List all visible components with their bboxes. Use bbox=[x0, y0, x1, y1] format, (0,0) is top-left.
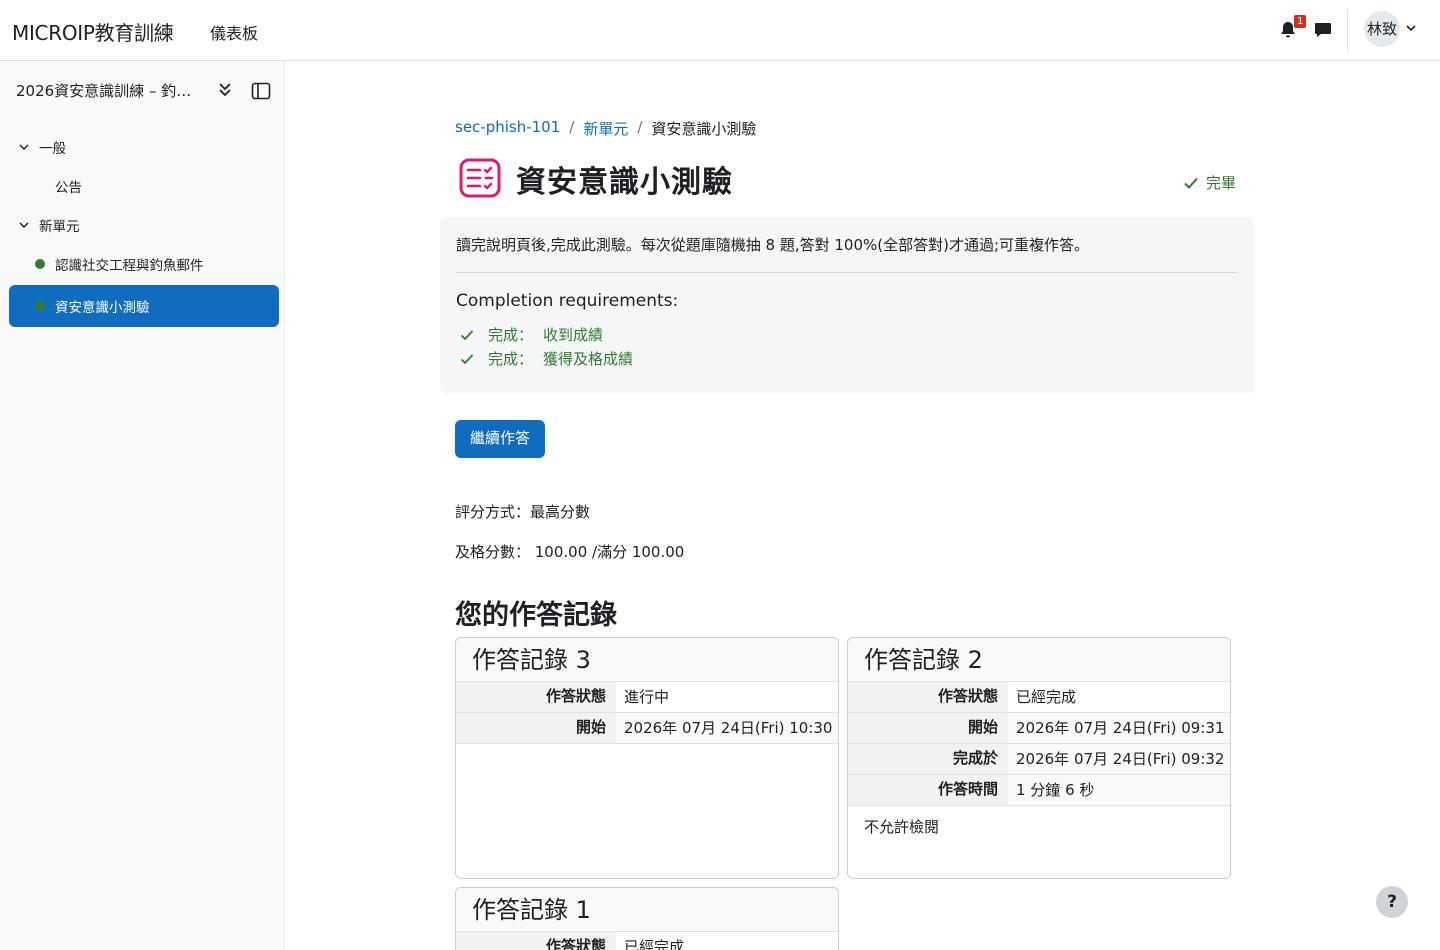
sidebar-item-label: 資安意識小測驗 bbox=[55, 300, 150, 316]
requirement-key: 完成： bbox=[488, 326, 534, 344]
section-new-unit[interactable]: 新單元 bbox=[18, 215, 80, 235]
attempt-row-label: 完成於 bbox=[848, 744, 1008, 774]
check-icon bbox=[460, 353, 474, 364]
attempt-row: 完成於 2026年 07月 24日(Fri) 09:32 bbox=[848, 744, 1230, 775]
attempt-row: 作答狀態 已經完成 bbox=[456, 932, 838, 950]
attempt-card: 作答記錄 1 作答狀態 已經完成 bbox=[455, 887, 839, 950]
chevron-down-icon[interactable] bbox=[1405, 22, 1417, 34]
messages-icon[interactable] bbox=[1313, 20, 1333, 40]
check-icon bbox=[1184, 177, 1198, 189]
sidebar-item-announcements[interactable]: 公告 bbox=[55, 176, 82, 196]
attempt-row-value: 2026年 07月 24日(Fri) 09:32 bbox=[1008, 744, 1230, 774]
attempt-row-label: 開始 bbox=[848, 713, 1008, 743]
requirement-value: 收到成績 bbox=[543, 326, 604, 344]
attempt-row-label: 開始 bbox=[456, 713, 616, 743]
top-navbar: MICROIP教育訓練 儀表板 1 林致 bbox=[0, 0, 1440, 61]
breadcrumb-separator: / bbox=[637, 118, 643, 136]
attempt-heading: 作答記錄 3 bbox=[456, 638, 838, 682]
breadcrumb-separator: / bbox=[569, 118, 575, 136]
attempt-card: 作答記錄 2 作答狀態 已經完成 開始 2026年 07月 24日(Fri) 0… bbox=[847, 637, 1231, 879]
activity-info-box: 讀完說明頁後,完成此測驗。每次從題庫隨機抽 8 題,答對 100%(全部答對)才… bbox=[440, 217, 1254, 394]
help-button[interactable]: ? bbox=[1376, 886, 1408, 918]
breadcrumb-section[interactable]: 新單元 bbox=[583, 118, 628, 139]
sidebar-item-label: 認識社交工程與釣魚郵件 bbox=[55, 258, 204, 274]
page-title: 資安意識小測驗 bbox=[516, 165, 733, 200]
completion-status-badge: 完畢 bbox=[1183, 172, 1236, 193]
completion-status-label: 完畢 bbox=[1206, 174, 1237, 192]
nav-dashboard-link[interactable]: 儀表板 bbox=[210, 20, 258, 44]
attempt-heading: 作答記錄 2 bbox=[848, 638, 1230, 682]
check-icon bbox=[460, 329, 474, 340]
notification-count-badge: 1 bbox=[1294, 15, 1307, 28]
attempt-row: 作答狀態 進行中 bbox=[456, 682, 838, 713]
chevron-down-icon bbox=[19, 144, 29, 150]
attempt-row: 作答時間 1 分鐘 6 秒 bbox=[848, 775, 1230, 806]
completion-dot-icon bbox=[35, 301, 45, 311]
breadcrumb-current: 資安意識小測驗 bbox=[651, 120, 757, 138]
attempt-heading: 作答記錄 1 bbox=[456, 888, 838, 932]
attempts-summary-title: 您的作答記錄 bbox=[455, 600, 617, 631]
site-brand[interactable]: MICROIP教育訓練 bbox=[12, 17, 174, 46]
attempt-row-label: 作答狀態 bbox=[456, 682, 616, 712]
attempt-row: 開始 2026年 07月 24日(Fri) 10:30 bbox=[456, 713, 838, 744]
sidebar-item-social-engineering[interactable]: 認識社交工程與釣魚郵件 bbox=[9, 243, 279, 285]
review-status: 不允許檢閱 bbox=[864, 818, 940, 836]
activity-description: 讀完說明頁後,完成此測驗。每次從題庫隨機抽 8 題,答對 100%(全部答對)才… bbox=[456, 236, 1090, 254]
attempt-card: 作答記錄 3 作答狀態 進行中 開始 2026年 07月 24日(Fri) 10… bbox=[455, 637, 839, 879]
section-label: 新單元 bbox=[39, 219, 80, 235]
attempt-row: 開始 2026年 07月 24日(Fri) 09:31 bbox=[848, 713, 1230, 744]
attempt-row: 作答狀態 已經完成 bbox=[848, 682, 1230, 713]
completion-requirement: 完成： 收到成績 bbox=[460, 324, 603, 345]
section-label: 一般 bbox=[39, 141, 66, 157]
sidebar-item-quiz[interactable]: 資安意識小測驗 bbox=[9, 285, 279, 327]
close-drawer-icon[interactable] bbox=[251, 82, 271, 100]
section-general[interactable]: 一般 bbox=[18, 137, 66, 157]
attempt-row-label: 作答狀態 bbox=[456, 932, 616, 950]
course-index-drawer: 2026資安意識訓練 – 釣魚郵件 一般 公告 新單元 認識社交工程與釣魚郵件 … bbox=[0, 61, 285, 950]
attempt-row-value: 2026年 07月 24日(Fri) 09:31 bbox=[1008, 713, 1230, 743]
collapse-all-icon[interactable] bbox=[216, 81, 234, 99]
breadcrumb-course[interactable]: sec-phish-101 bbox=[455, 118, 560, 139]
navbar-divider bbox=[1347, 9, 1348, 51]
attempt-row-label: 作答時間 bbox=[848, 775, 1008, 805]
requirement-key: 完成： bbox=[488, 350, 534, 368]
completion-dot-icon bbox=[35, 259, 45, 269]
course-title[interactable]: 2026資安意識訓練 – 釣魚郵件 bbox=[16, 80, 201, 101]
chevron-down-icon bbox=[19, 222, 29, 228]
breadcrumb: sec-phish-101 / 新單元 / 資安意識小測驗 bbox=[455, 118, 756, 139]
attempt-row-value: 已經完成 bbox=[624, 938, 685, 950]
attempt-row-value: 進行中 bbox=[624, 688, 670, 706]
grading-method: 評分方式：最高分數 bbox=[455, 503, 591, 521]
attempt-row-label: 作答狀態 bbox=[848, 682, 1008, 712]
attempt-row-value: 1 分鐘 6 秒 bbox=[1008, 775, 1230, 805]
divider bbox=[456, 272, 1238, 273]
user-avatar[interactable]: 林致 bbox=[1364, 11, 1400, 47]
quiz-icon bbox=[459, 158, 501, 198]
requirement-value: 獲得及格成績 bbox=[543, 350, 634, 368]
attempt-row-value: 2026年 07月 24日(Fri) 10:30 bbox=[616, 713, 838, 743]
pass-grade: 及格分數： 100.00 /滿分 100.00 bbox=[455, 543, 685, 561]
attempt-row-value: 已經完成 bbox=[1016, 688, 1077, 706]
continue-attempt-button[interactable]: 繼續作答 bbox=[455, 420, 545, 458]
completion-requirement: 完成： 獲得及格成績 bbox=[460, 348, 633, 369]
completion-requirements-title: Completion requirements: bbox=[456, 291, 679, 311]
